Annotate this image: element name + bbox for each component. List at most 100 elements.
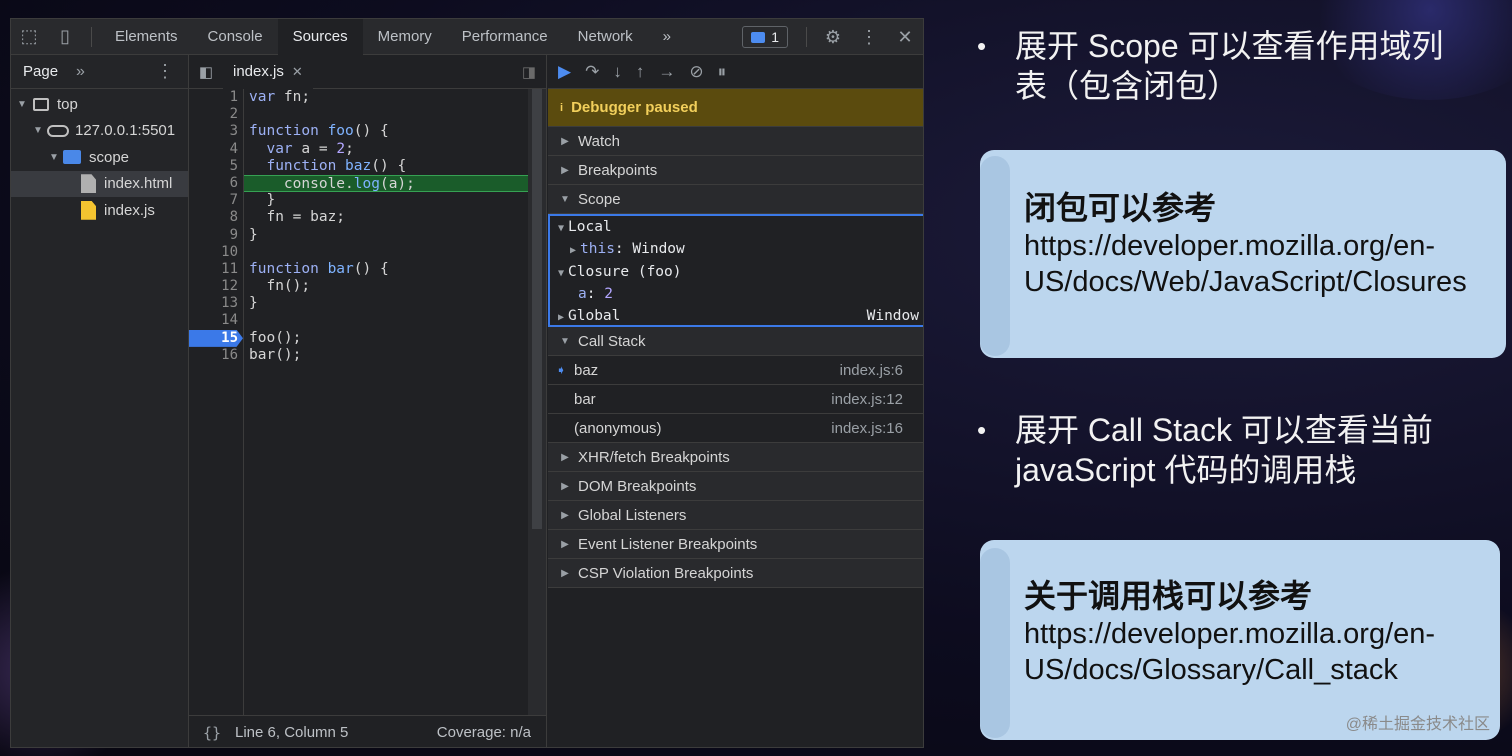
frame-name: baz [574, 361, 599, 379]
reference-link[interactable]: https://developer.mozilla.org/en- [1024, 228, 1494, 264]
message-icon [751, 31, 766, 43]
pane-title: Scope [578, 190, 621, 208]
expand-triangle-icon[interactable]: ▼ [15, 99, 29, 110]
tab-memory[interactable]: Memory [363, 19, 447, 55]
tab-sources[interactable]: Sources [277, 19, 363, 55]
toggle-debugger-icon[interactable]: ◨ [522, 63, 536, 81]
toggle-navigator-icon[interactable]: ◧ [189, 63, 223, 81]
navigator-menu-icon[interactable]: ⋮ [156, 61, 174, 82]
tab-elements[interactable]: Elements [100, 19, 193, 55]
js-file-icon [81, 200, 96, 220]
line-number[interactable]: 3 [189, 123, 243, 140]
step-out-icon[interactable]: ↑ [636, 62, 645, 82]
call-frame-baz[interactable]: ➧ baz index.js:6 [548, 356, 923, 385]
editor-scrollbar[interactable] [528, 89, 546, 715]
line-gutter[interactable]: 1 2 3 4 5 6 7 8 9 10 11 12 13 14 15 16 [189, 89, 244, 715]
code-area[interactable]: 1 2 3 4 5 6 7 8 9 10 11 12 13 14 15 16 v… [189, 89, 529, 715]
tab-page[interactable]: Page [23, 63, 58, 80]
frame-location[interactable]: index.js:12 [831, 391, 903, 408]
code-line: function foo() { [249, 123, 389, 140]
reference-link[interactable]: US/docs/Web/JavaScript/Closures [1024, 264, 1494, 300]
gear-icon[interactable]: ⚙ [815, 19, 851, 55]
pane-watch[interactable]: ▶ Watch [548, 127, 923, 156]
collapsed-triangle-icon: ▶ [561, 538, 569, 550]
tab-network[interactable]: Network [563, 19, 648, 55]
tree-item-scope-folder[interactable]: ▼ scope [11, 144, 188, 171]
close-icon[interactable]: ✕ [887, 19, 923, 55]
reference-link[interactable]: US/docs/Glossary/Call_stack [1024, 652, 1489, 688]
pane-global-listeners[interactable]: ▶ Global Listeners [548, 501, 923, 530]
tab-console[interactable]: Console [193, 19, 278, 55]
pretty-print-button[interactable]: {} [189, 724, 235, 742]
line-number[interactable]: 7 [189, 192, 243, 209]
pause-on-exceptions-icon[interactable]: ⏸ [718, 62, 727, 82]
more-navigator-tabs-button[interactable]: » [76, 63, 85, 81]
frame-location[interactable]: index.js:16 [831, 420, 903, 437]
line-number[interactable]: 8 [189, 209, 243, 226]
line-number[interactable]: 1 [189, 89, 243, 106]
step-icon[interactable]: → [658, 62, 675, 82]
scope-value: 2 [604, 285, 613, 302]
messages-badge[interactable]: 1 [742, 26, 788, 48]
tree-item-index-js[interactable]: index.js [11, 197, 188, 224]
pane-event-listener-breakpoints[interactable]: ▶ Event Listener Breakpoints [548, 530, 923, 559]
line-number[interactable]: 10 [189, 244, 243, 261]
scope-variable-a[interactable]: a: 2 [550, 283, 923, 305]
debugger-paused-banner: i Debugger paused [548, 89, 923, 127]
line-number[interactable]: 13 [189, 295, 243, 312]
breakpoint-marker[interactable]: 15 [189, 329, 243, 347]
line-number[interactable]: 12 [189, 278, 243, 295]
expand-triangle-icon[interactable]: ▼ [31, 125, 45, 136]
bullet-text: 展开 Scope 可以查看作用域列表（包含闭包） [1015, 28, 1444, 104]
line-number[interactable]: 4 [189, 141, 243, 158]
pane-breakpoints[interactable]: ▶ Breakpoints [548, 156, 923, 185]
deactivate-breakpoints-icon[interactable]: ⊘ [689, 62, 703, 82]
device-toggle-icon[interactable]: ▯ [47, 19, 83, 55]
step-into-icon[interactable]: ↓ [613, 62, 622, 82]
scope-local[interactable]: ▼ Local [550, 216, 923, 238]
source-code[interactable]: var fn; function foo() { var a = 2; func… [244, 89, 529, 364]
scope-closure[interactable]: ▼ Closure (foo) [550, 261, 923, 283]
line-number[interactable]: 5 [189, 158, 243, 175]
devtools-toolbar: ⬚ ▯ Elements Console Sources Memory Perf… [11, 19, 923, 55]
pane-scope[interactable]: ▼ Scope [548, 185, 923, 214]
scope-label: Local [568, 219, 612, 235]
line-number[interactable]: 11 [189, 261, 243, 278]
tree-item-index-html[interactable]: index.html [11, 170, 188, 197]
tree-item-top[interactable]: ▼ top [11, 91, 188, 118]
scope-global[interactable]: ▶ Global Window [550, 305, 923, 327]
scrollbar-thumb[interactable] [532, 89, 542, 529]
inspect-element-icon[interactable]: ⬚ [11, 19, 47, 55]
pane-csp-violation-breakpoints[interactable]: ▶ CSP Violation Breakpoints [548, 559, 923, 588]
frame-location[interactable]: index.js:6 [840, 362, 903, 379]
line-number[interactable]: 16 [189, 347, 243, 364]
code-line: bar(); [249, 346, 302, 363]
scope-this[interactable]: ▶ this: Window [550, 238, 923, 260]
collapsed-triangle-icon: ▶ [557, 312, 565, 324]
more-tabs-button[interactable]: » [648, 19, 686, 55]
reference-link[interactable]: https://developer.mozilla.org/en- [1024, 616, 1489, 652]
close-tab-icon[interactable]: ✕ [292, 64, 303, 80]
line-number[interactable]: 9 [189, 227, 243, 244]
scope-tree[interactable]: ▼ Local ▶ this: Window ▼ Closure (foo) a: 2… [548, 214, 923, 327]
line-number[interactable]: 6 [189, 175, 243, 192]
step-over-icon[interactable]: ↷ [585, 62, 599, 82]
line-number[interactable]: 14 [189, 312, 243, 329]
kebab-menu-icon[interactable]: ⋮ [851, 19, 887, 55]
call-frame-anonymous[interactable]: (anonymous) index.js:16 [548, 414, 923, 443]
resume-icon[interactable]: ▶ [558, 62, 571, 82]
pane-xhr-breakpoints[interactable]: ▶ XHR/fetch Breakpoints [548, 443, 923, 472]
card-title: 闭包可以参考 [1024, 190, 1217, 226]
code-line: fn(); [249, 278, 311, 295]
toolbar-divider [91, 26, 92, 47]
file-tab-index-js[interactable]: index.js ✕ [223, 54, 313, 89]
navigator-header: Page » ⋮ [11, 55, 188, 89]
tree-item-host[interactable]: ▼ 127.0.0.1:5501 [11, 118, 188, 145]
expand-triangle-icon[interactable]: ▼ [47, 152, 61, 163]
tab-performance[interactable]: Performance [447, 19, 563, 55]
line-number[interactable]: 2 [189, 106, 243, 123]
pane-title: CSP Violation Breakpoints [578, 564, 754, 582]
pane-call-stack[interactable]: ▼ Call Stack [548, 327, 923, 356]
call-frame-bar[interactable]: bar index.js:12 [548, 385, 923, 414]
pane-dom-breakpoints[interactable]: ▶ DOM Breakpoints [548, 472, 923, 501]
